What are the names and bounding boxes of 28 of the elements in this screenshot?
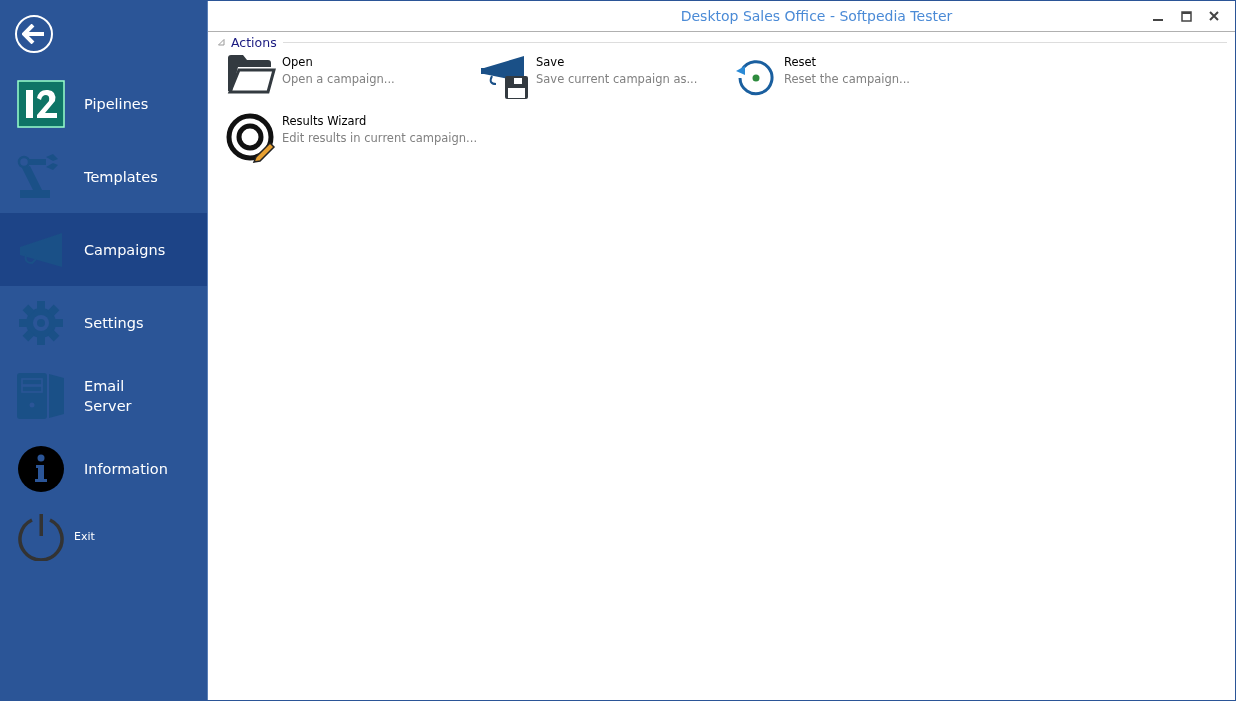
section-title: Actions [231,35,277,50]
collapse-toggle[interactable] [218,39,225,46]
info-icon [17,444,65,493]
power-icon [17,513,65,561]
minimize-icon [1153,19,1163,21]
megaphone-disk-icon [480,54,530,100]
back-button[interactable] [15,15,53,53]
action-description: Reset the campaign... [784,72,910,86]
action-description: Edit results in current campaign... [282,131,478,145]
maximize-icon [1180,10,1192,22]
target-pencil-icon [226,113,276,163]
sidebar-item[interactable]: Email Server [0,359,207,432]
sidebar-item[interactable]: Information [0,432,207,505]
action-title[interactable]: Save [536,55,698,69]
action-title[interactable]: Reset [784,55,910,69]
action-title[interactable]: Results Wizard [282,114,478,128]
sidebar-item[interactable]: Exit [0,505,207,569]
back-arrow-icon [22,24,46,44]
sidebar-item[interactable]: Campaigns [0,213,207,286]
sidebar-item[interactable]: Templates [0,140,207,213]
folder-icon [226,54,276,94]
action-description: Open a campaign... [282,72,395,86]
window-title: Desktop Sales Office - Softpedia Tester [679,8,954,24]
close-icon [1209,11,1219,21]
action-title[interactable]: Open [282,55,395,69]
action-description: Save current campaign as... [536,72,698,86]
sidebar-item[interactable]: Settings [0,286,207,359]
sidebar-item[interactable]: Pipelines [0,67,207,140]
